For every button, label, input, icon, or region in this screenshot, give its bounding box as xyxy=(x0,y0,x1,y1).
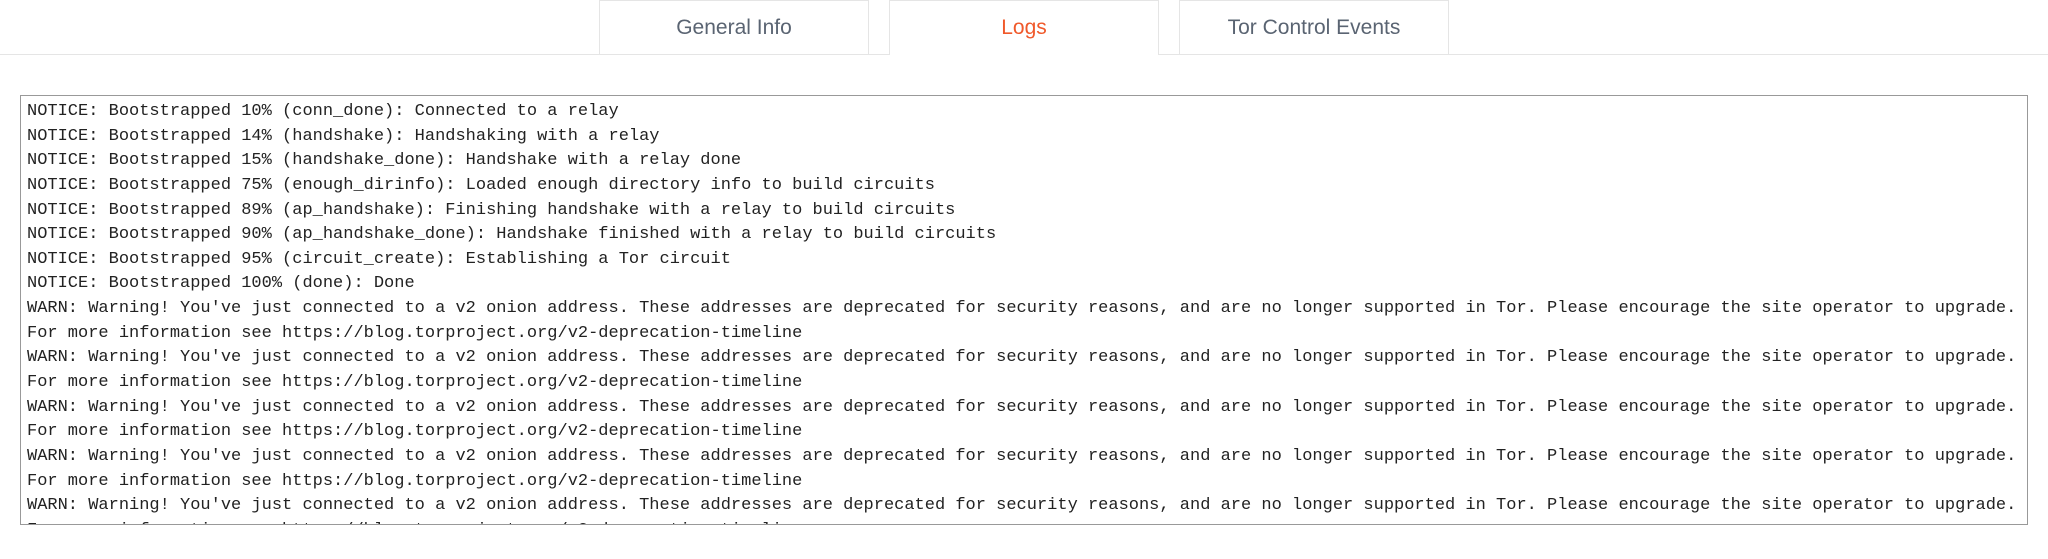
tab-logs[interactable]: Logs xyxy=(889,0,1159,54)
tab-tor-control-events[interactable]: Tor Control Events xyxy=(1179,0,1449,54)
tab-general-info[interactable]: General Info xyxy=(599,0,869,54)
tab-label: Tor Control Events xyxy=(1228,16,1401,40)
tab-label: Logs xyxy=(1001,16,1047,40)
tab-bar: General Info Logs Tor Control Events xyxy=(0,0,2048,55)
log-output[interactable]: NOTICE: Bootstrapped 10% (conn_done): Co… xyxy=(20,95,2028,525)
tab-label: General Info xyxy=(676,16,792,40)
